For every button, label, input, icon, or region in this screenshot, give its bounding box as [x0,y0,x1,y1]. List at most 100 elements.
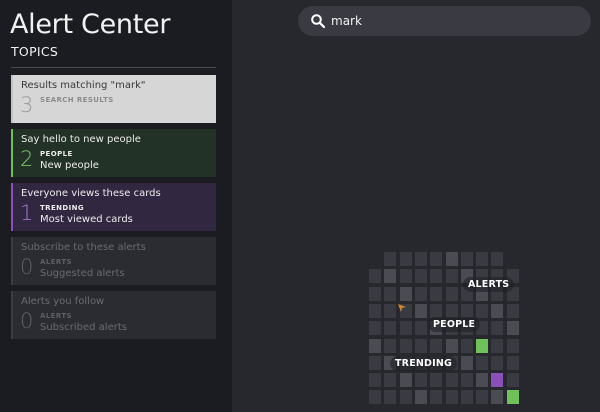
cursor-icon [398,304,406,312]
card-category: ALERTS [40,312,72,320]
card-subtitle: Suggested alerts [40,268,125,279]
main-panel: ALERTS PEOPLE TRENDING [232,0,600,412]
map-tile[interactable] [491,390,504,405]
map-tile[interactable] [476,303,489,318]
card-category: SEARCH RESULTS [40,96,114,104]
map-tile[interactable] [430,269,443,284]
card-category: PEOPLE [40,150,73,158]
map-tile[interactable] [445,252,458,266]
map-tile[interactable] [445,338,458,353]
map-tile[interactable] [414,269,427,284]
map-tile[interactable] [369,390,381,405]
map-tile[interactable] [506,338,519,353]
map-tile[interactable] [430,252,443,266]
map-tile[interactable] [476,373,489,388]
map-tile[interactable] [384,269,397,284]
map-tile[interactable] [476,252,489,266]
map-tile[interactable] [384,303,397,318]
card-category: ALERTS [40,258,72,266]
map-tile[interactable] [460,355,473,370]
card-title: Subscribe to these alerts [21,242,146,253]
map-tile[interactable] [384,252,397,266]
map-tile[interactable] [414,338,427,353]
app-title: Alert Center [10,9,171,40]
map-tile[interactable] [369,303,381,318]
map-tile[interactable] [384,286,397,301]
map-tile[interactable] [491,355,504,370]
map-tile[interactable] [414,286,427,301]
card-title: Everyone views these cards [21,188,161,199]
card-category: TRENDING [40,204,85,212]
topic-card-people[interactable]: Say hello to new people 2 PEOPLE New peo… [11,129,216,177]
map-tile[interactable] [506,321,519,336]
map-tile[interactable] [399,321,412,336]
map-tile[interactable] [384,338,397,353]
card-count: 3 [20,93,34,117]
topics-heading: TOPICS [11,44,59,59]
map-tile[interactable] [384,321,397,336]
card-title: Results matching "mark" [21,80,146,91]
map-tile[interactable] [445,269,458,284]
card-subtitle: New people [40,160,99,171]
map-tile[interactable] [430,373,443,388]
topic-card-subscribed-alerts[interactable]: Alerts you follow 0 ALERTS Subscribed al… [11,291,216,339]
map-tile[interactable] [460,390,473,405]
card-title: Say hello to new people [21,134,141,145]
map-tile[interactable] [430,338,443,353]
map-tile[interactable] [430,390,443,405]
map-tile[interactable] [445,303,458,318]
map-tile[interactable] [369,355,381,370]
topic-card-suggested-alerts[interactable]: Subscribe to these alerts 0 ALERTS Sugge… [11,237,216,285]
map-tile[interactable] [399,373,412,388]
map-tile[interactable] [491,321,504,336]
card-count: 0 [20,309,34,333]
map-tile[interactable] [506,373,519,388]
map-tile[interactable] [369,269,381,284]
map-tile[interactable] [384,390,397,405]
map-tile[interactable] [414,390,427,405]
map-tile[interactable] [399,269,412,284]
map-tile[interactable] [460,252,473,266]
map-tile[interactable] [476,338,489,353]
map-label-alerts[interactable]: ALERTS [463,277,515,292]
map-tile[interactable] [414,252,427,266]
map-tile[interactable] [506,390,519,405]
map-tile[interactable] [399,338,412,353]
map-tile[interactable] [491,338,504,353]
map-tile[interactable] [414,373,427,388]
map-tile[interactable] [491,373,504,388]
card-subtitle: Subscribed alerts [40,322,127,333]
map-tile[interactable] [369,286,381,301]
map-tile[interactable] [506,355,519,370]
map-tile[interactable] [460,303,473,318]
map-tile[interactable] [430,303,443,318]
map-tile[interactable] [460,373,473,388]
map-tile[interactable] [491,303,504,318]
sidebar: Alert Center TOPICS Results matching "ma… [0,0,232,412]
map-tile[interactable] [430,286,443,301]
map-label-people[interactable]: PEOPLE [428,317,481,332]
map-label-trending[interactable]: TRENDING [390,356,458,371]
map-tile[interactable] [369,338,381,353]
topic-card-trending[interactable]: Everyone views these cards 1 TRENDING Mo… [11,183,216,231]
card-count: 1 [20,201,34,225]
card-count: 0 [20,255,34,279]
topic-card-search-results[interactable]: Results matching "mark" 3 SEARCH RESULTS [11,75,216,123]
map-tile[interactable] [414,321,427,336]
map-tile[interactable] [399,252,412,266]
card-count: 2 [20,147,34,171]
map-tile[interactable] [414,303,427,318]
map-tile[interactable] [399,390,412,405]
map-tile[interactable] [369,373,381,388]
map-tile[interactable] [491,252,504,266]
map-tile[interactable] [445,390,458,405]
map-tile[interactable] [476,390,489,405]
map-tile[interactable] [445,373,458,388]
map-tile[interactable] [476,355,489,370]
map-tile[interactable] [506,303,519,318]
map-tile[interactable] [460,338,473,353]
map-tile[interactable] [369,321,381,336]
map-tile[interactable] [399,286,412,301]
map-tile[interactable] [384,373,397,388]
map-tile[interactable] [445,286,458,301]
